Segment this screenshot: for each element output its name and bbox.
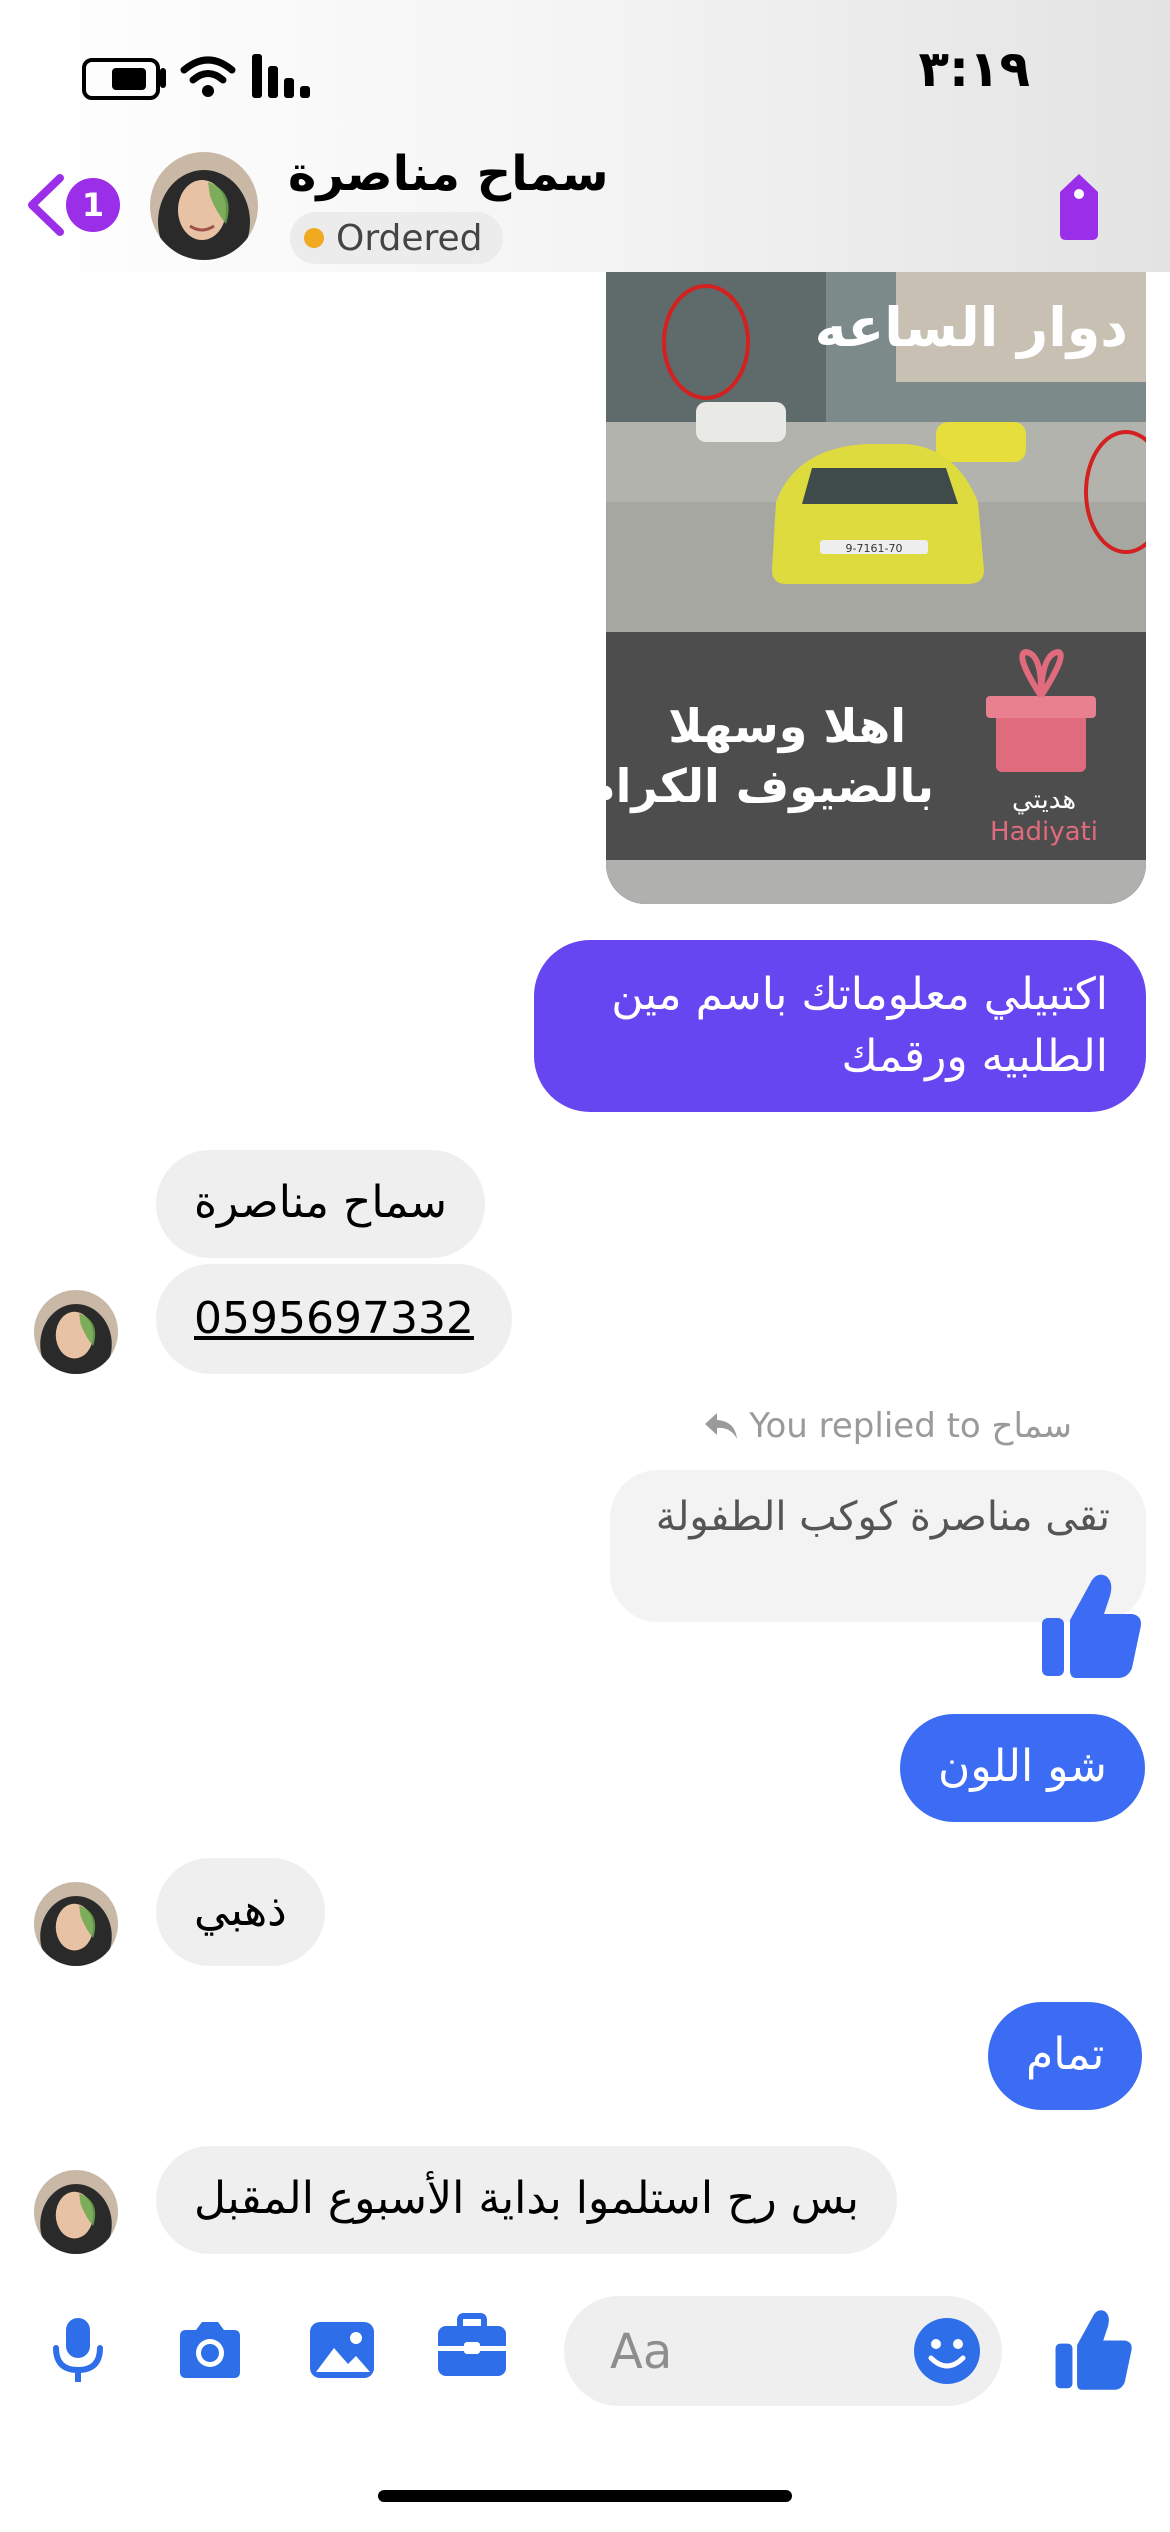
incoming-message[interactable]: سماح مناصرة xyxy=(156,1150,486,1258)
outgoing-message[interactable]: اكتبيلي معلوماتك باسم مين الطلبيه ورقمك xyxy=(534,940,1146,1112)
incoming-message[interactable]: ذهبي xyxy=(156,1858,325,1966)
emoji-icon[interactable] xyxy=(912,2316,982,2386)
plate-text: 9-7161-70 xyxy=(846,542,903,555)
sender-avatar[interactable] xyxy=(34,2170,118,2254)
status-bar: ٣:١٩ xyxy=(0,0,1170,150)
gallery-icon[interactable] xyxy=(306,2314,378,2386)
back-chevron-icon[interactable] xyxy=(22,170,72,240)
reply-label-text: You replied to سماح xyxy=(749,1406,1072,1446)
status-time: ٣:١٩ xyxy=(918,40,1030,98)
signal-icon xyxy=(252,54,310,98)
thumbs-up-message-icon[interactable] xyxy=(1040,1570,1144,1680)
welcome-line-2: بالضيوف الكرام xyxy=(606,759,934,813)
status-dot xyxy=(304,228,324,248)
order-status-label: Ordered xyxy=(336,217,483,259)
battery-nub xyxy=(160,68,166,88)
image-message[interactable]: 9-7161-70 دوار الساعه اهلا وسهلا بالضيوف… xyxy=(606,272,1146,904)
battery-icon xyxy=(82,58,160,100)
message-input-placeholder: Aa xyxy=(610,2324,673,2380)
like-button-icon[interactable] xyxy=(1054,2306,1134,2392)
outgoing-message[interactable]: تمام xyxy=(988,2002,1143,2110)
sender-avatar[interactable] xyxy=(34,1290,118,1374)
outgoing-message[interactable]: شو اللون xyxy=(900,1714,1145,1822)
reply-context: You replied to سماح xyxy=(703,1406,1072,1446)
place-caption: دوار الساعه xyxy=(815,296,1128,359)
contact-avatar[interactable] xyxy=(150,152,258,260)
sender-avatar[interactable] xyxy=(34,1882,118,1966)
order-status-pill[interactable]: Ordered xyxy=(290,212,503,264)
contact-name[interactable]: سماح مناصرة xyxy=(288,146,609,202)
briefcase-icon[interactable] xyxy=(436,2310,508,2382)
home-indicator[interactable] xyxy=(378,2490,792,2502)
shop-name-en: Hadiyati xyxy=(990,817,1098,847)
reply-arrow-icon xyxy=(705,1413,738,1439)
microphone-icon[interactable] xyxy=(42,2314,114,2386)
wifi-icon xyxy=(180,56,236,97)
phone-number-message[interactable]: 0595697332 xyxy=(156,1264,512,1374)
incoming-message[interactable]: بس رح استلموا بداية الأسبوع المقبل xyxy=(156,2146,898,2254)
unread-count-badge[interactable]: 1 xyxy=(66,178,120,232)
shop-name-ar: هديتي xyxy=(1012,785,1076,815)
tag-icon[interactable] xyxy=(1050,170,1108,242)
welcome-line-1: اهلا وسهلا xyxy=(668,699,906,753)
camera-icon[interactable] xyxy=(174,2314,246,2386)
